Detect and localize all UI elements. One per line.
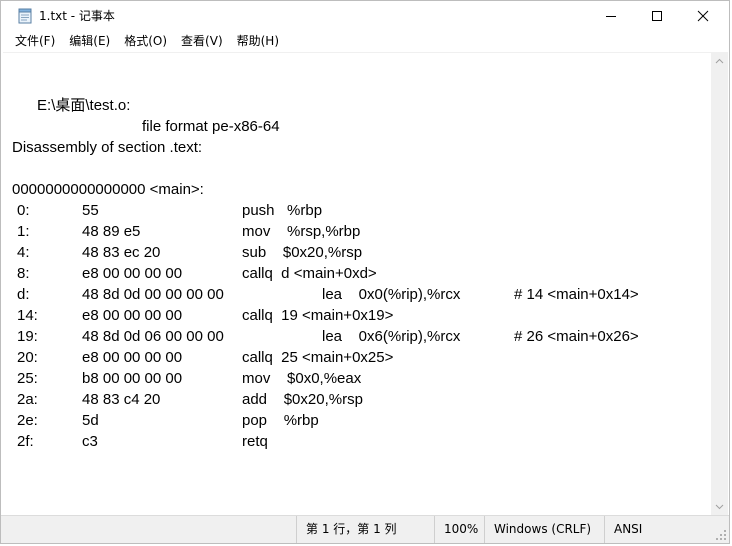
instruction-asm: push %rbp [242,202,323,219]
maximize-button[interactable] [634,1,680,31]
instruction-asm: mov %rsp,%rbp [242,223,361,240]
instruction-bytes: e8 00 00 00 00 [82,349,183,366]
menu-help[interactable]: 帮助(H) [230,31,286,51]
instruction-bytes: 48 89 e5 [82,223,141,240]
minimize-button[interactable] [588,1,634,31]
instruction-asm: callq d <main+0xd> [242,265,377,282]
section-heading: Disassembly of section .text: [12,139,203,156]
instruction-bytes: e8 00 00 00 00 [82,265,183,282]
instruction-address: 14: [17,307,38,324]
instruction-bytes: 55 [82,202,99,219]
file-format: file format pe-x86-64 [142,118,280,135]
instruction-asm: lea 0x6(%rip),%rcx [322,328,461,345]
instruction-asm: add $0x20,%rsp [242,391,363,408]
instruction-asm: callq 19 <main+0x19> [242,307,394,324]
instruction-address: 2e: [17,412,38,429]
instruction-bytes: 48 83 ec 20 [82,244,161,261]
scroll-up-button[interactable] [711,52,728,69]
instruction-bytes: 48 83 c4 20 [82,391,161,408]
instruction-bytes: 5d [82,412,99,429]
symbol-line: 0000000000000000 <main>: [12,181,204,198]
file-path: E:\桌面\test.o: [37,97,131,114]
window-title: 1.txt - 记事本 [39,9,115,23]
instruction-address: 19: [17,328,38,345]
chevron-up-icon [715,58,724,63]
instruction-bytes: c3 [82,433,98,450]
maximize-icon [652,11,662,21]
instruction-address: 0: [17,202,30,219]
instruction-address: d: [17,286,30,303]
menu-file[interactable]: 文件(F) [8,31,62,51]
instruction-address: 2a: [17,391,38,408]
vertical-scrollbar[interactable] [711,52,728,515]
encoding: ANSI [604,516,714,543]
menu-edit[interactable]: 编辑(E) [62,31,117,51]
menu-bar: 文件(F) 编辑(E) 格式(O) 查看(V) 帮助(H) [1,31,729,51]
notepad-app-icon [18,8,32,24]
instruction-asm: lea 0x0(%rip),%rcx [322,286,461,303]
close-icon [697,10,709,22]
instruction-asm: mov $0x0,%eax [242,370,362,387]
instruction-asm: sub $0x20,%rsp [242,244,363,261]
instruction-address: 4: [17,244,30,261]
instruction-asm: retq [242,433,268,450]
instruction-comment: # 26 <main+0x26> [514,328,639,345]
instruction-address: 2f: [17,433,34,450]
scroll-down-button[interactable] [711,498,728,515]
status-bar: 第 1 行，第 1 列 100% Windows (CRLF) ANSI [1,515,729,543]
notepad-window: 1.txt - 记事本 文件(F) 编辑(E) 格式(O) 查看(V) 帮助(H… [0,0,730,544]
line-ending: Windows (CRLF) [484,516,604,543]
chevron-down-icon [715,504,724,509]
zoom-level: 100% [434,516,486,543]
instruction-bytes: 48 8d 0d 06 00 00 00 [82,328,224,345]
minimize-icon [606,16,616,17]
close-button[interactable] [680,1,726,31]
menu-format[interactable]: 格式(O) [117,31,174,51]
instruction-bytes: 48 8d 0d 00 00 00 00 [82,286,224,303]
title-bar[interactable]: 1.txt - 记事本 [1,1,729,31]
instruction-asm: pop %rbp [242,412,319,429]
instruction-asm: callq 25 <main+0x25> [242,349,394,366]
instruction-address: 20: [17,349,38,366]
text-editor[interactable]: E:\桌面\test.o: file format pe-x86-64 Disa… [3,52,711,515]
instruction-bytes: e8 00 00 00 00 [82,307,183,324]
header-line: E:\桌面\test.o: file format pe-x86-64 [12,74,280,135]
menu-view[interactable]: 查看(V) [174,31,230,51]
instruction-bytes: b8 00 00 00 00 [82,370,183,387]
instruction-address: 1: [17,223,30,240]
resize-grip-icon[interactable] [715,529,727,541]
instruction-address: 8: [17,265,30,282]
instruction-address: 25: [17,370,38,387]
instruction-comment: # 14 <main+0x14> [514,286,639,303]
cursor-position: 第 1 行，第 1 列 [296,516,436,543]
